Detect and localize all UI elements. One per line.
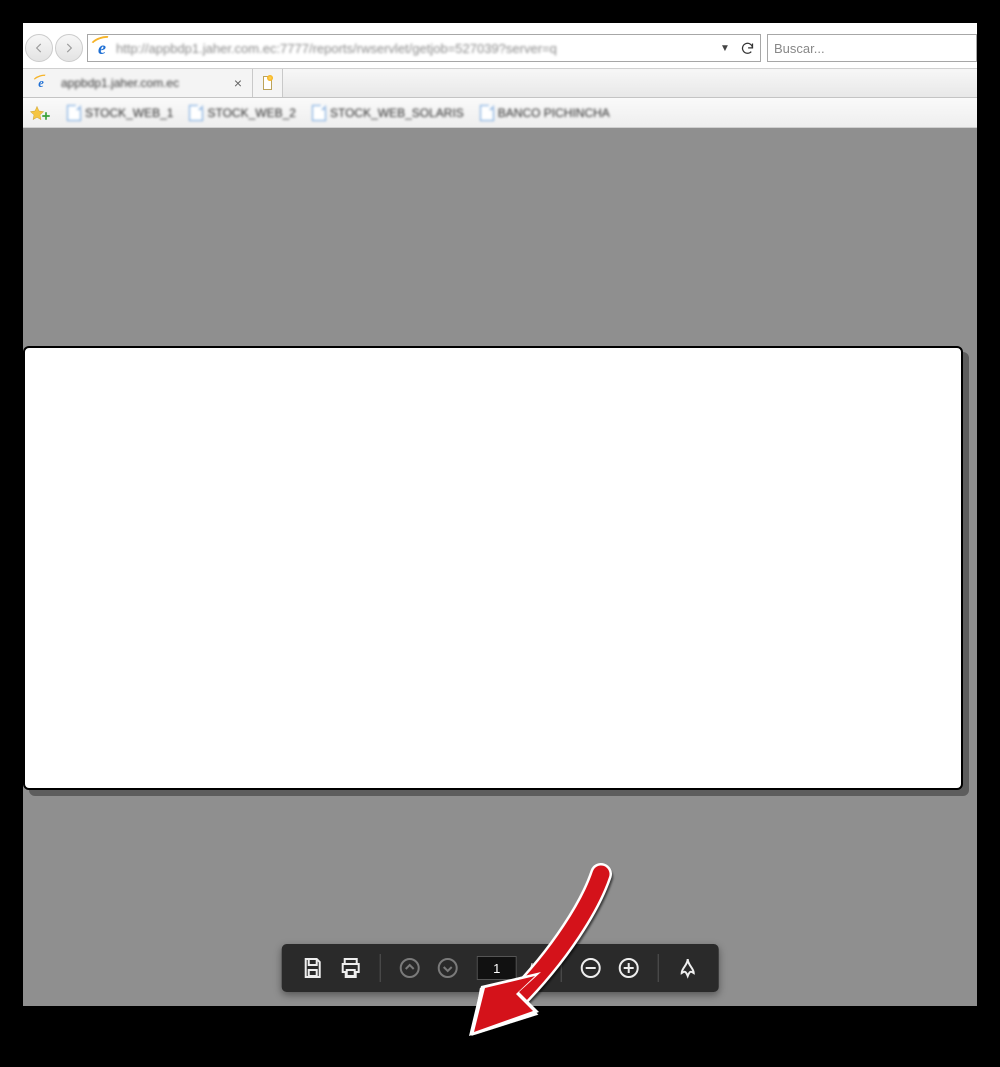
favorites-bar: STOCK_WEB_1 STOCK_WEB_2 STOCK_WEB_SOLARI… bbox=[23, 98, 977, 128]
tab-close-button[interactable]: × bbox=[234, 75, 242, 91]
favorite-item-2[interactable]: STOCK_WEB_SOLARIS bbox=[312, 105, 464, 121]
url-text: http://appbdp1.jaher.com.ec:7777/reports… bbox=[116, 41, 716, 56]
page-icon bbox=[312, 105, 326, 121]
address-bar[interactable]: e http://appbdp1.jaher.com.ec:7777/repor… bbox=[87, 34, 761, 62]
page-icon bbox=[67, 105, 81, 121]
zoom-in-button[interactable] bbox=[615, 955, 641, 981]
toolbar-separator bbox=[560, 954, 561, 982]
tab-favicon-icon: e bbox=[31, 74, 51, 92]
favorite-item-3[interactable]: BANCO PICHINCHA bbox=[480, 105, 610, 121]
pdf-page bbox=[23, 346, 963, 790]
page-number-input[interactable]: 1 bbox=[477, 956, 517, 980]
browser-window: e http://appbdp1.jaher.com.ec:7777/repor… bbox=[23, 23, 977, 1006]
page-down-button[interactable] bbox=[435, 955, 461, 981]
page-total: / 1 bbox=[529, 960, 545, 976]
page-up-button[interactable] bbox=[397, 955, 423, 981]
toolbar-separator bbox=[380, 954, 381, 982]
tab-active[interactable]: e appbdp1.jaher.com.ec × bbox=[23, 69, 253, 97]
address-dropdown-icon[interactable]: ▼ bbox=[716, 43, 734, 54]
pdf-toolbar: 1 / 1 bbox=[282, 944, 719, 992]
toolbar-separator bbox=[657, 954, 658, 982]
search-placeholder: Buscar... bbox=[774, 41, 825, 56]
favorite-label: BANCO PICHINCHA bbox=[498, 106, 610, 120]
add-favorite-button[interactable] bbox=[29, 105, 51, 121]
new-tab-icon bbox=[263, 76, 272, 90]
new-tab-button[interactable] bbox=[253, 69, 283, 97]
nav-bar: e http://appbdp1.jaher.com.ec:7777/repor… bbox=[23, 32, 977, 64]
favorite-label: STOCK_WEB_2 bbox=[207, 106, 295, 120]
page-icon bbox=[189, 105, 203, 121]
page-icon bbox=[480, 105, 494, 121]
zoom-out-button[interactable] bbox=[577, 955, 603, 981]
refresh-button[interactable] bbox=[734, 35, 760, 61]
acrobat-icon[interactable] bbox=[674, 955, 700, 981]
back-button[interactable] bbox=[25, 34, 53, 62]
tab-label: appbdp1.jaher.com.ec bbox=[61, 76, 179, 90]
forward-button[interactable] bbox=[55, 34, 83, 62]
screenshot-frame: e http://appbdp1.jaher.com.ec:7777/repor… bbox=[0, 0, 1000, 1029]
search-input[interactable]: Buscar... bbox=[767, 34, 977, 62]
pdf-viewer: 1 / 1 bbox=[23, 128, 977, 1006]
favorite-item-1[interactable]: STOCK_WEB_2 bbox=[189, 105, 295, 121]
print-button[interactable] bbox=[338, 955, 364, 981]
save-button[interactable] bbox=[300, 955, 326, 981]
favorite-label: STOCK_WEB_1 bbox=[85, 106, 173, 120]
tab-strip: e appbdp1.jaher.com.ec × bbox=[23, 68, 977, 98]
favorite-item-0[interactable]: STOCK_WEB_1 bbox=[67, 105, 173, 121]
favorite-label: STOCK_WEB_SOLARIS bbox=[330, 106, 464, 120]
ie-favicon-icon: e bbox=[88, 35, 116, 61]
